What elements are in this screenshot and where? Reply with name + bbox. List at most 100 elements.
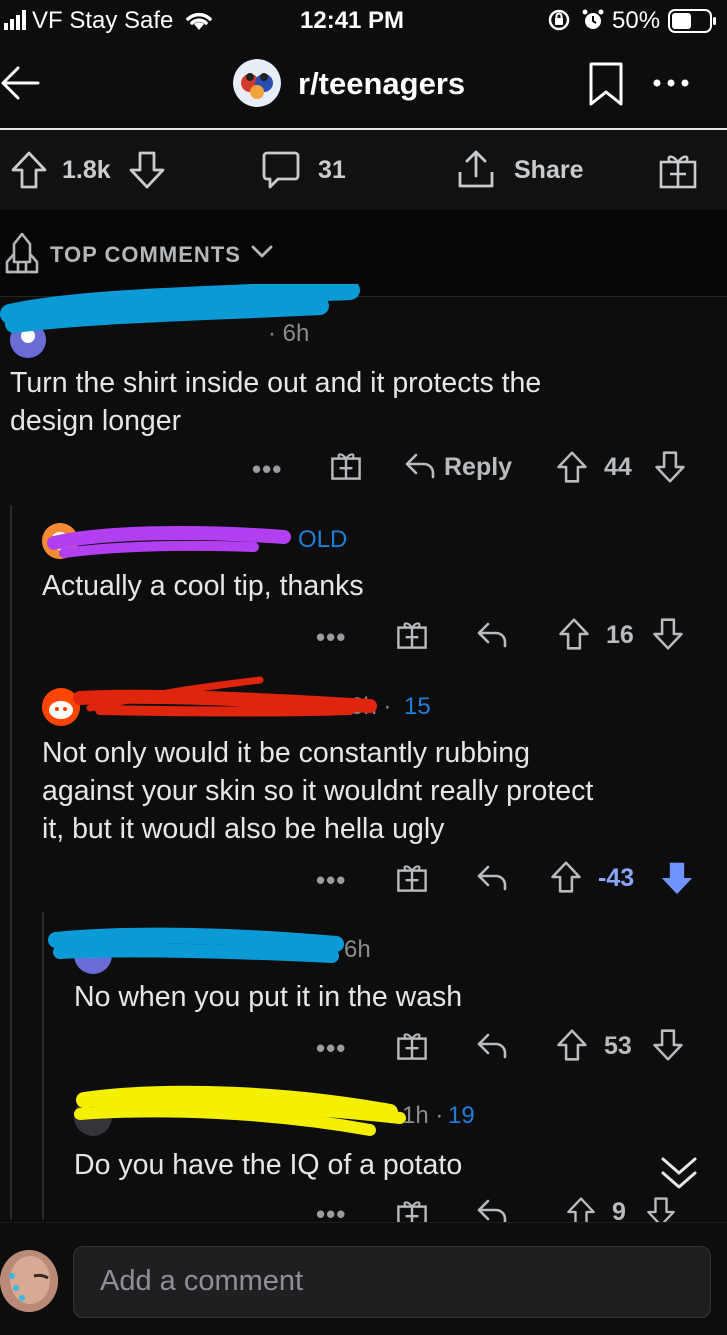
reply-arrow-icon: [477, 1033, 507, 1059]
gift-icon: [397, 622, 427, 649]
reply-button[interactable]: [476, 1032, 508, 1060]
comment-score: 44: [604, 453, 632, 481]
username-redaction: [0, 284, 360, 344]
battery-icon: [668, 9, 718, 33]
upvote-button[interactable]: [566, 1196, 596, 1223]
subreddit-name[interactable]: r/teenagers: [298, 66, 465, 102]
comment-score: -43: [598, 864, 635, 892]
reply-arrow-icon: [477, 1199, 507, 1223]
upvote-button[interactable]: [556, 1028, 588, 1062]
reply-label[interactable]: Reply: [444, 453, 512, 482]
more-dots-icon[interactable]: •••: [316, 1199, 346, 1223]
upvote-arrow-icon: [551, 861, 581, 893]
alarm-icon: [582, 9, 604, 31]
bookmark-icon: [589, 62, 623, 106]
back-button[interactable]: [0, 62, 42, 104]
comment-body: Do you have the IQ of a potato: [74, 1149, 463, 1181]
reply-button[interactable]: [476, 864, 508, 892]
downvote-arrow-icon: [655, 451, 685, 483]
user-avatar[interactable]: [0, 1250, 58, 1312]
more-dots-icon[interactable]: •••: [252, 454, 282, 485]
comments-button[interactable]: [262, 150, 300, 190]
downvote-button[interactable]: [654, 450, 686, 484]
comment-5: 1h · 19 Do you have the IQ of a potato •…: [0, 1078, 727, 1223]
more-options-button[interactable]: [652, 78, 690, 88]
award-button[interactable]: [396, 1196, 428, 1223]
comment-bubble-icon: [262, 151, 300, 189]
upvote-button[interactable]: [558, 617, 590, 651]
share-icon-button[interactable]: [456, 148, 496, 190]
orientation-lock-icon: [548, 9, 570, 31]
clock: 12:41 PM: [300, 7, 405, 34]
post-action-bar: 1.8k 31 Share: [0, 130, 727, 210]
username-redaction: [44, 515, 294, 561]
reply-arrow-icon: [477, 865, 507, 891]
post-downvote-button[interactable]: [128, 150, 166, 190]
back-arrow-icon: [1, 66, 40, 100]
share-icon: [458, 150, 494, 188]
award-button[interactable]: [396, 617, 428, 651]
user-flair: OLD: [298, 526, 348, 553]
upvote-arrow-icon: [557, 451, 587, 483]
share-label[interactable]: Share: [514, 156, 583, 185]
upvote-button[interactable]: [556, 450, 588, 484]
reply-button[interactable]: [476, 1198, 508, 1223]
downvote-button[interactable]: [660, 860, 694, 896]
comment-body: Not only would it be constantly rubbing …: [42, 737, 594, 845]
comment-body: No when you put it in the wash: [74, 981, 463, 1013]
comment-score: 16: [606, 621, 634, 649]
award-button[interactable]: [658, 150, 698, 190]
comment-3: 6h · 15 Not only would it be constantly …: [0, 672, 727, 904]
downvote-arrow-icon: [661, 862, 693, 895]
comment-time: 6h: [344, 936, 371, 963]
downvote-button[interactable]: [646, 1196, 676, 1223]
downvote-arrow-icon: [653, 1029, 683, 1061]
reply-button[interactable]: [476, 621, 508, 649]
double-chevron-down-icon: [661, 1157, 697, 1189]
comment-score: 53: [604, 1032, 632, 1060]
reply-button[interactable]: [404, 452, 436, 480]
username-redaction: [70, 672, 390, 724]
signal-icon: [4, 10, 26, 30]
chevron-down-icon[interactable]: [250, 244, 274, 260]
downvote-button[interactable]: [652, 617, 684, 651]
next-comment-button[interactable]: [660, 1156, 698, 1192]
award-button[interactable]: [396, 1028, 428, 1062]
award-button[interactable]: [330, 448, 362, 482]
save-button[interactable]: [588, 62, 624, 106]
gift-icon: [331, 453, 361, 480]
more-dots-icon[interactable]: •••: [316, 865, 346, 896]
upvote-arrow-icon: [11, 151, 47, 189]
downvote-arrow-icon: [653, 618, 683, 650]
more-horizontal-icon: [653, 79, 689, 87]
more-dots-icon[interactable]: •••: [316, 622, 346, 653]
carrier-name: VF Stay Safe: [32, 7, 174, 34]
upvote-button[interactable]: [550, 860, 582, 894]
app-header: r/teenagers: [0, 44, 727, 130]
username-redaction: [46, 918, 346, 974]
upvote-arrow-icon: [559, 618, 589, 650]
comment-body: Actually a cool tip, thanks: [42, 570, 364, 602]
subreddit-avatar[interactable]: [233, 59, 281, 107]
reply-arrow-icon: [405, 453, 435, 479]
status-bar: VF Stay Safe 12:41 PM 50%: [0, 0, 727, 44]
user-flair: 19: [448, 1102, 475, 1129]
gift-icon: [659, 155, 697, 189]
comment-1: · 6h Turn the shirt inside out and it pr…: [0, 284, 727, 496]
comment-score: 9: [612, 1198, 626, 1223]
gift-icon: [397, 1201, 427, 1223]
more-dots-icon[interactable]: •••: [316, 1033, 346, 1064]
comment-count: 31: [318, 156, 346, 184]
post-upvote-button[interactable]: [10, 150, 48, 190]
gift-icon: [397, 1033, 427, 1060]
sort-label[interactable]: TOP COMMENTS: [50, 242, 241, 268]
downvote-button[interactable]: [652, 1028, 684, 1062]
upvote-arrow-icon: [567, 1197, 595, 1223]
award-button[interactable]: [396, 860, 428, 894]
gift-icon: [397, 865, 427, 892]
username-redaction: [70, 1078, 410, 1138]
downvote-arrow-icon: [129, 151, 165, 189]
downvote-arrow-icon: [647, 1197, 675, 1223]
add-comment-input[interactable]: Add a comment: [73, 1246, 711, 1318]
comment-body: Turn the shirt inside out and it protect…: [10, 367, 542, 437]
